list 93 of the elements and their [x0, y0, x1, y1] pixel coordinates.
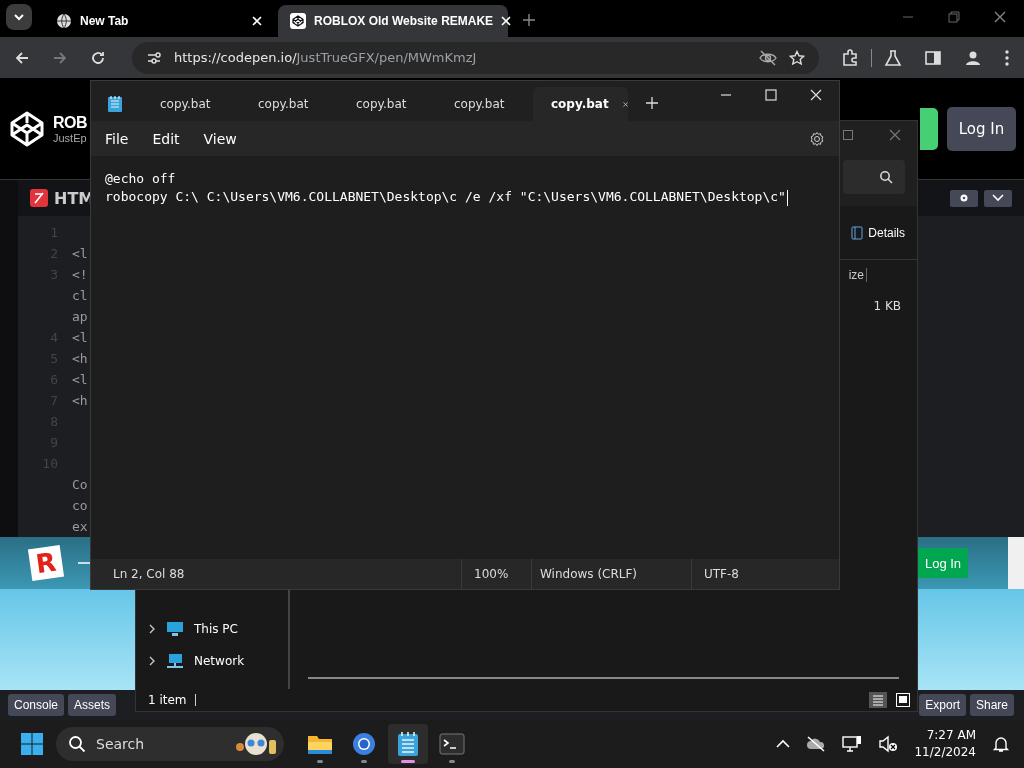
footer-button[interactable]: Assets [68, 694, 117, 716]
mask-icon [234, 731, 278, 757]
address-bar[interactable]: https://codepen.io/JustTrueGFX/pen/MWmKmzJ [132, 41, 819, 74]
notepad-icon [107, 95, 123, 113]
search-icon [879, 170, 893, 184]
tab-list-button[interactable] [6, 4, 32, 31]
nav-label[interactable]: Network [194, 654, 245, 668]
pen-title: ROB [53, 113, 88, 132]
html-icon [30, 189, 48, 207]
chevron-right-icon[interactable] [148, 624, 156, 634]
notepad-icon [397, 731, 419, 757]
text-editor[interactable]: @echo off robocopy C:\ C:\Users\VM6.COLLABNET\Desktop\c /e /xf "C:\Users\VM6.COLLABNET\Desktop\c" [91, 156, 839, 559]
zoom-level[interactable]: 100% [461, 559, 531, 589]
search-icon [68, 735, 86, 753]
item-count: 1 item [148, 693, 187, 707]
gear-icon [958, 192, 970, 204]
code-text: <l [72, 330, 88, 345]
menu-item[interactable]: File [93, 130, 141, 147]
footer-button[interactable]: Export [919, 694, 966, 716]
logo[interactable]: R [27, 544, 65, 582]
taskbar-app[interactable] [388, 724, 428, 764]
details-view-icon[interactable] [869, 692, 887, 708]
maximize-icon[interactable] [843, 129, 853, 140]
globe-icon [56, 13, 72, 30]
chevron-right-icon[interactable] [148, 656, 156, 666]
file-tab[interactable]: copy.bat [533, 87, 628, 121]
start-icon[interactable] [20, 732, 44, 756]
eye-off-icon[interactable] [759, 49, 777, 66]
cursor-position: Ln 2, Col 88 [112, 566, 186, 583]
nav-label[interactable]: This PC [194, 622, 238, 636]
header-button[interactable] [920, 107, 938, 150]
terminal-icon [439, 733, 465, 755]
flask-icon[interactable] [884, 48, 902, 67]
file-tab[interactable]: copy.bat [337, 87, 435, 121]
cloud-off-icon[interactable] [806, 736, 827, 752]
code-text: ex [72, 519, 88, 534]
details-button[interactable]: Details [851, 225, 905, 240]
clock-date[interactable]: 11/2/2024 [914, 744, 976, 761]
scrollbar[interactable] [308, 677, 899, 679]
clock-time[interactable]: 7:27 AM [926, 727, 976, 744]
footer-button[interactable]: Share [969, 694, 1014, 716]
chevron-down-icon [992, 194, 1004, 202]
tiles-view-icon[interactable] [895, 692, 911, 708]
code-text: <h [72, 393, 88, 408]
forward-icon[interactable] [52, 49, 68, 66]
footer-button[interactable]: Console [8, 694, 65, 716]
code-text: cl [72, 288, 88, 303]
bell-icon[interactable] [992, 735, 1010, 753]
url-text: https://codepen.io/JustTrueGFX/pen/MWmKmzJ [174, 50, 477, 66]
star-icon[interactable] [789, 49, 805, 66]
settings-icon[interactable] [809, 130, 825, 147]
menu-item[interactable]: View [191, 130, 249, 147]
file-tab[interactable]: copy.bat [435, 87, 533, 121]
details-icon [851, 225, 864, 240]
scrollbar[interactable] [1008, 537, 1024, 589]
column-header[interactable]: ize [848, 268, 867, 282]
code-text: ap [72, 309, 88, 324]
network-icon[interactable] [842, 735, 863, 753]
puzzle-icon[interactable] [841, 48, 859, 67]
browser-tab[interactable]: New Tab [44, 5, 274, 38]
code-text: <l [72, 246, 88, 261]
menu-item[interactable]: Edit [140, 130, 192, 147]
code-text: <h [72, 351, 88, 366]
back-icon[interactable] [14, 49, 30, 66]
speaker-muted-icon[interactable] [878, 735, 899, 753]
code-text: <! [72, 267, 88, 282]
settings-button[interactable] [950, 189, 978, 207]
file-tab[interactable]: copy.bat [141, 87, 239, 121]
side-panel-icon[interactable] [924, 48, 942, 67]
code-text: Co [72, 477, 88, 492]
collapse-button[interactable] [984, 189, 1012, 207]
search-field[interactable] [843, 160, 905, 194]
code-text: <l [72, 372, 88, 387]
line-ending[interactable]: Windows (CRLF) [531, 559, 691, 589]
encoding[interactable]: UTF-8 [691, 559, 739, 589]
code-text: co [72, 498, 88, 513]
cube-icon[interactable] [8, 109, 46, 148]
network-icon [166, 653, 184, 669]
file-tab[interactable]: copy.bat [239, 87, 337, 121]
browser-tab[interactable]: ROBLOX Old Website REMAKE [278, 5, 508, 38]
chevron-up-icon[interactable] [776, 739, 791, 749]
chevron-down-icon [13, 13, 25, 22]
more-icon[interactable] [1004, 48, 1010, 67]
file-size: 1 KB [873, 299, 901, 313]
login-button[interactable]: Log In [947, 106, 1016, 151]
close-icon[interactable] [994, 11, 1006, 24]
monitor-icon [166, 621, 184, 637]
reload-icon[interactable] [90, 49, 106, 66]
browser-icon [352, 732, 376, 756]
search-field[interactable]: Search [56, 727, 284, 761]
author-name[interactable]: JustEp [53, 131, 87, 144]
cube-icon [290, 13, 306, 30]
site-settings-icon[interactable] [146, 49, 162, 66]
